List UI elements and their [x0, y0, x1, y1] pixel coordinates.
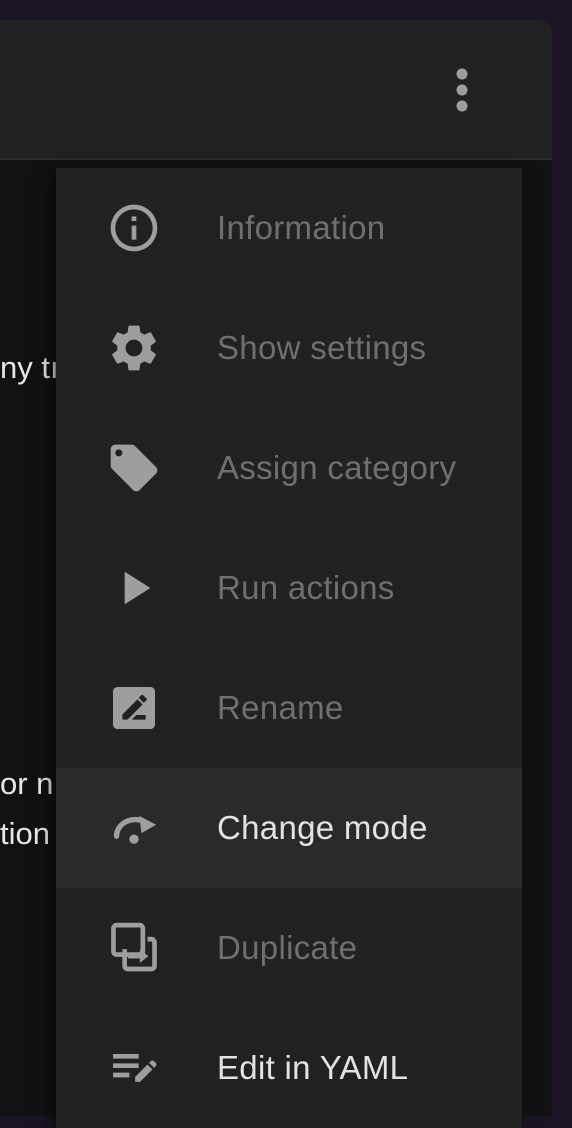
menu-item-label: Change mode	[217, 809, 428, 846]
menu-item-label: Run actions	[217, 569, 395, 606]
more-vertical-icon	[456, 68, 468, 112]
menu-item-label: Duplicate	[217, 929, 358, 966]
edit-yaml-icon	[106, 1040, 162, 1096]
info-icon	[106, 200, 162, 256]
menu-item-change-mode[interactable]: Change mode	[56, 768, 522, 888]
menu-item-edit-in-yaml[interactable]: Edit in YAML	[56, 1008, 522, 1128]
menu-item-label: Show settings	[217, 329, 427, 366]
gear-icon	[106, 320, 162, 376]
menu-item-run-actions[interactable]: Run actions	[56, 528, 522, 648]
change-mode-icon	[106, 800, 162, 856]
menu-item-rename[interactable]: Rename	[56, 648, 522, 768]
toolbar	[0, 20, 552, 160]
overflow-menu-button[interactable]	[432, 60, 492, 120]
menu-item-duplicate[interactable]: Duplicate	[56, 888, 522, 1008]
menu-item-information[interactable]: Information	[56, 168, 522, 288]
menu-item-label: Edit in YAML	[217, 1049, 409, 1086]
menu-item-assign-category[interactable]: Assign category	[56, 408, 522, 528]
menu-item-label: Information	[217, 209, 386, 246]
menu-item-label: Rename	[217, 689, 344, 726]
background-text: tion	[0, 816, 50, 851]
duplicate-icon	[106, 920, 162, 976]
play-icon	[106, 560, 162, 616]
tag-icon	[106, 440, 162, 496]
menu-item-show-settings[interactable]: Show settings	[56, 288, 522, 408]
rename-icon	[106, 680, 162, 736]
overflow-menu: Information Show settings Assign categor…	[56, 168, 522, 1128]
background-text: or n	[0, 766, 54, 801]
background-text: ny tı	[0, 350, 56, 385]
menu-item-label: Assign category	[217, 449, 457, 486]
